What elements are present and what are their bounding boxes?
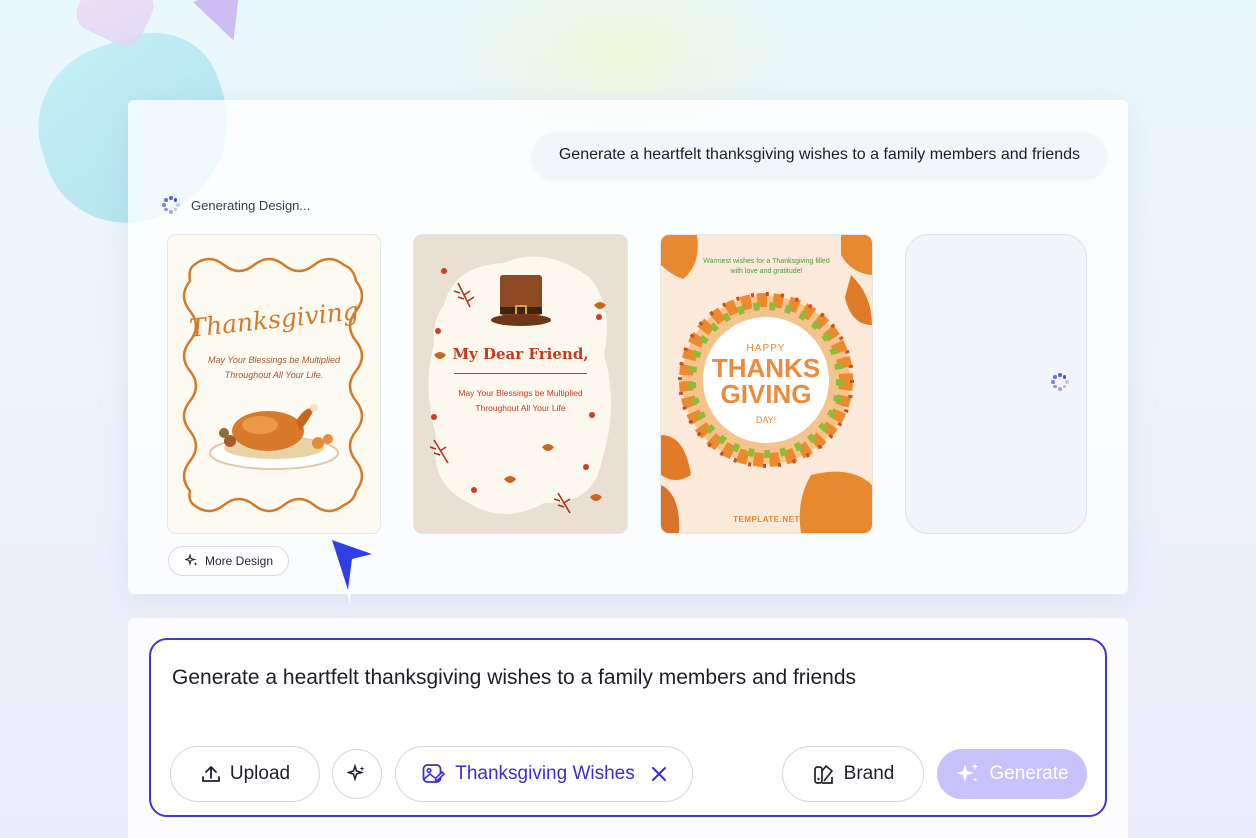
prompt-composer[interactable]: Generate a heartfelt thanksgiving wishes… xyxy=(149,638,1107,817)
brand-button[interactable]: Brand xyxy=(782,746,924,802)
design-card-happy-thanksgiving[interactable]: Warmest wishes for a Thanksgiving filled… xyxy=(661,235,872,533)
image-edit-icon xyxy=(422,764,446,783)
sparkles-icon xyxy=(956,763,979,783)
card-brand: TEMPLATE.NET xyxy=(733,515,800,524)
background-shape xyxy=(192,0,258,50)
card-headline: THANKS GIVING xyxy=(703,355,829,407)
more-design-button[interactable]: More Design xyxy=(168,546,290,576)
card-message-line: May Your Blessings be Multiplied xyxy=(458,388,583,398)
generate-label: Generate xyxy=(989,763,1069,784)
upload-label: Upload xyxy=(229,763,291,784)
card-center-badge: HAPPY THANKS GIVING DAY! xyxy=(703,317,829,443)
card-day-text: DAY! xyxy=(755,415,777,425)
card-message: May Your Blessings be Multiplied Through… xyxy=(188,353,360,383)
template-tag-label: Thanksgiving Wishes xyxy=(455,763,635,784)
prompt-input[interactable]: Generate a heartfelt thanksgiving wishes… xyxy=(172,666,856,690)
loading-spinner-icon xyxy=(161,195,181,215)
upload-icon xyxy=(201,766,220,782)
loading-spinner-icon xyxy=(1050,372,1070,392)
close-icon[interactable] xyxy=(651,766,667,782)
card-illustration xyxy=(428,256,612,514)
sparkles-icon xyxy=(185,554,198,567)
card-subtitle: Warmest wishes for a Thanksgiving filled… xyxy=(691,257,842,277)
sparkles-icon xyxy=(347,764,365,782)
palette-icon xyxy=(813,765,833,784)
card-title: My Dear Friend, xyxy=(452,345,589,363)
more-design-label: More Design xyxy=(205,554,274,568)
design-card-loading xyxy=(906,235,1086,533)
card-headline-line: GIVING xyxy=(720,379,812,409)
divider xyxy=(454,373,587,374)
card-subtitle-line: Warmest wishes for a Thanksgiving filled xyxy=(703,258,830,265)
status-text: Generating Design... xyxy=(191,197,311,213)
generation-status: Generating Design... xyxy=(161,195,310,215)
chat-panel: Generate a heartfelt thanksgiving wishes… xyxy=(128,100,1128,594)
card-message-line: Throughout All Your Life xyxy=(475,403,566,413)
pointer-cursor-icon xyxy=(330,534,378,604)
design-card-dear-friend[interactable]: My Dear Friend, May Your Blessings be Mu… xyxy=(414,235,627,533)
card-message-line: Throughout All Your Life. xyxy=(224,370,324,380)
upload-button[interactable]: Upload xyxy=(170,746,320,802)
card-headline-line: THANKS xyxy=(711,353,821,383)
brand-label: Brand xyxy=(843,763,895,784)
wavy-frame xyxy=(182,257,364,513)
generate-button[interactable]: Generate xyxy=(937,749,1087,799)
card-subtitle-line: with love and gratitude! xyxy=(730,268,803,275)
background-shape xyxy=(70,0,160,52)
template-tag-chip[interactable]: Thanksgiving Wishes xyxy=(395,746,693,802)
card-message-line: May Your Blessings be Multiplied xyxy=(208,355,340,365)
card-message: May Your Blessings be Multiplied Through… xyxy=(434,386,607,416)
enhance-prompt-button[interactable] xyxy=(332,749,382,799)
design-card-thanksgiving[interactable]: Thanksgiving May Your Blessings be Multi… xyxy=(168,235,380,533)
composer-panel: Generate a heartfelt thanksgiving wishes… xyxy=(128,618,1128,838)
user-prompt-bubble: Generate a heartfelt thanksgiving wishes… xyxy=(532,133,1106,177)
